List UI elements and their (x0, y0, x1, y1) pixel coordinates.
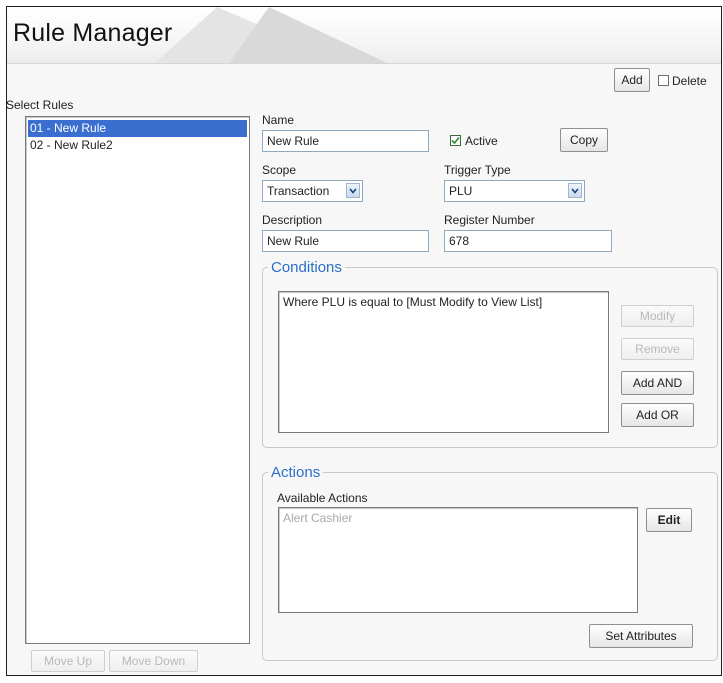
title-bar: Rule Manager (7, 7, 721, 64)
conditions-title: Conditions (268, 259, 345, 276)
rules-listbox[interactable]: 01 - New Rule 02 - New Rule2 (25, 116, 250, 644)
active-label: Active (465, 134, 498, 148)
set-attributes-button[interactable]: Set Attributes (589, 624, 693, 648)
modify-button[interactable]: Modify (621, 305, 694, 327)
edit-button[interactable]: Edit (646, 508, 692, 532)
trigger-type-label: Trigger Type (444, 163, 511, 177)
delete-checkbox[interactable] (658, 75, 669, 86)
page-title: Rule Manager (13, 19, 173, 47)
scope-select-value: Transaction (267, 184, 330, 198)
remove-button[interactable]: Remove (621, 338, 694, 360)
scope-label: Scope (262, 163, 297, 177)
register-number-field[interactable]: 678 (444, 230, 612, 252)
move-up-button[interactable]: Move Up (31, 650, 105, 672)
trigger-type-select-value: PLU (449, 184, 473, 198)
chevron-down-icon[interactable] (568, 183, 582, 198)
move-down-button[interactable]: Move Down (109, 650, 198, 672)
available-actions-list[interactable]: Alert Cashier (278, 507, 638, 613)
check-icon (451, 136, 460, 145)
add-or-button[interactable]: Add OR (621, 403, 694, 427)
action-item[interactable]: Alert Cashier (283, 511, 633, 525)
name-label: Name (262, 113, 295, 127)
add-and-button[interactable]: Add AND (621, 371, 694, 395)
condition-item[interactable]: Where PLU is equal to [Must Modify to Vi… (283, 295, 604, 309)
name-field[interactable]: New Rule (262, 130, 429, 152)
rule-list-item[interactable]: 02 - New Rule2 (28, 137, 247, 154)
add-button[interactable]: Add (614, 68, 650, 92)
chevron-down-icon[interactable] (346, 183, 360, 198)
delete-label: Delete (672, 74, 707, 88)
available-actions-label: Available Actions (277, 491, 368, 505)
description-label: Description (262, 213, 323, 227)
select-rules-label: Select Rules (6, 98, 74, 112)
register-number-label: Register Number (444, 213, 535, 227)
trigger-type-select[interactable]: PLU (444, 180, 585, 202)
copy-button[interactable]: Copy (560, 128, 608, 152)
rule-manager-window: Rule Manager Add Delete Select Rules 01 … (6, 6, 722, 676)
active-checkbox[interactable] (450, 135, 461, 146)
rule-list-item[interactable]: 01 - New Rule (28, 120, 247, 137)
actions-title: Actions (268, 464, 324, 481)
description-field[interactable]: New Rule (262, 230, 429, 252)
scope-select[interactable]: Transaction (262, 180, 363, 202)
conditions-list[interactable]: Where PLU is equal to [Must Modify to Vi… (278, 291, 609, 433)
